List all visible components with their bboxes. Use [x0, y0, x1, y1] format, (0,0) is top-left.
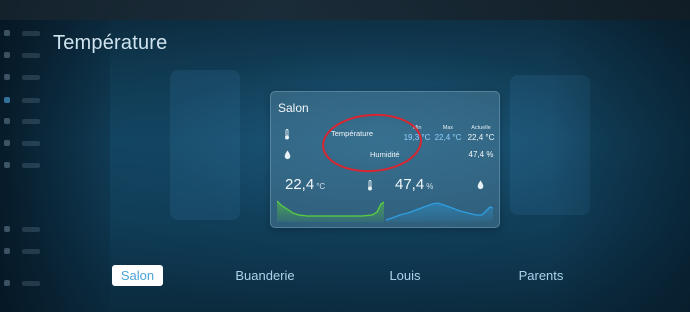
- sidebar-item: [22, 249, 40, 254]
- current-humidity: 47,4 %: [468, 150, 494, 159]
- humidity-sparkline-area: [386, 203, 493, 222]
- max-header: Max: [442, 125, 454, 131]
- tab-louis[interactable]: Louis: [380, 265, 430, 286]
- sidebar-icon: [4, 52, 10, 58]
- temperature-graph-value: 22,4 °C: [285, 176, 325, 193]
- water-drop-icon: [282, 149, 292, 161]
- sidebar-icon: [4, 140, 10, 146]
- sidebar-item: [22, 227, 40, 232]
- humidity-graph-value: 47,4%: [395, 176, 433, 193]
- sidebar-icon: [4, 118, 10, 124]
- water-drop-icon: [475, 179, 485, 191]
- sidebar-icon: [4, 280, 10, 286]
- current-header: Actuelle: [471, 125, 491, 131]
- tab-parents[interactable]: Parents: [508, 265, 574, 286]
- humidity-value: 47,4: [395, 176, 425, 193]
- max-temperature: 22,4 °C: [434, 133, 462, 142]
- current-temperature: 22,4 °C: [467, 133, 495, 142]
- temperature-sparkline-area: [277, 201, 384, 222]
- sidebar-icon: [4, 30, 10, 36]
- card-title: Salon: [278, 101, 309, 115]
- tab-buanderie[interactable]: Buanderie: [226, 265, 304, 286]
- thermometer-icon: [282, 128, 292, 140]
- humidity-sparkline[interactable]: [386, 199, 493, 222]
- tab-salon[interactable]: Salon: [112, 265, 163, 286]
- sidebar-item: [22, 281, 40, 286]
- thermometer-icon: [365, 179, 375, 191]
- sidebar-item: [22, 75, 40, 80]
- sidebar-item: [22, 163, 40, 168]
- sidebar-item: [22, 141, 40, 146]
- top-bar-blurred: [0, 0, 690, 20]
- background-blur: [170, 70, 240, 220]
- sidebar-icon: [4, 226, 10, 232]
- sidebar-icon: [4, 97, 10, 103]
- temperature-sparkline[interactable]: [277, 199, 384, 222]
- sidebar-icon: [4, 162, 10, 168]
- temperature-value: 22,4: [285, 176, 315, 193]
- humidity-unit: %: [426, 182, 434, 191]
- sidebar-icon: [4, 74, 10, 80]
- sidebar-item: [22, 119, 40, 124]
- page-title: Température: [53, 32, 168, 54]
- sidebar-icon: [4, 248, 10, 254]
- temperature-unit: °C: [316, 182, 326, 191]
- sidebar-item: [22, 31, 40, 36]
- sidebar-item: [22, 53, 40, 58]
- sidebar-item: [22, 98, 40, 103]
